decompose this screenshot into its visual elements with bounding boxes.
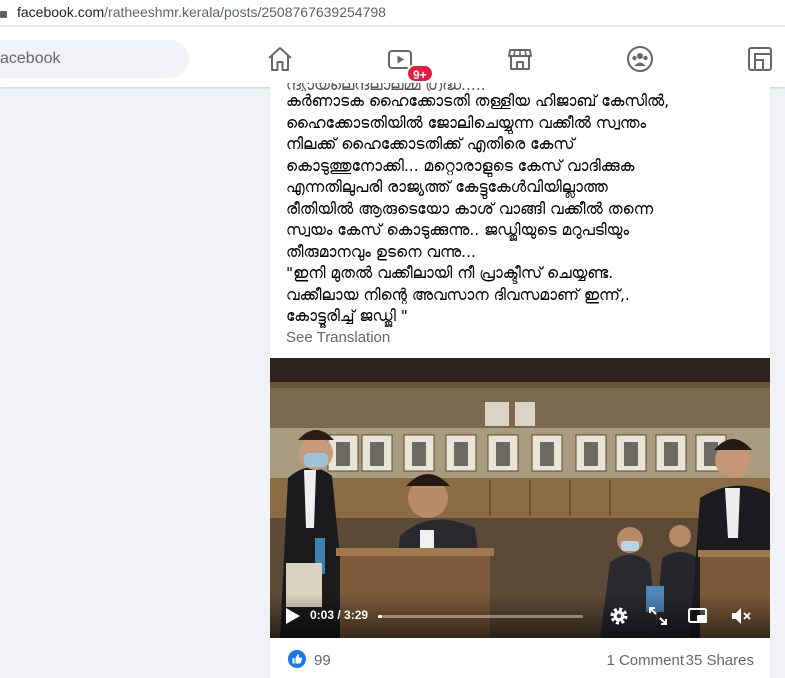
url-host: facebook.com — [17, 4, 105, 20]
post-reactions-bar: 99 1 Comment 35 Shares — [270, 638, 770, 678]
groups-icon[interactable] — [626, 45, 654, 73]
post-card: ന്ദ്യായലെന്ദലാലമ്മ ഗ്രദ്ധ..... കർണാടക ഹൈ… — [270, 83, 770, 678]
url-text[interactable]: facebook.com/ratheeshmr.kerala/posts/250… — [17, 4, 386, 20]
see-translation-link[interactable]: See Translation — [286, 329, 390, 346]
post-text-line: കൊടുത്തുനോക്കി... മറ്റൊരാളുടെ കേസ് വാദിക… — [286, 156, 635, 175]
post-text-line: "ഇനി മുതൽ വക്കീലായി നീ പ്രാക്ടീസ് ചെയ്യണ… — [286, 264, 614, 282]
picture-in-picture-icon[interactable] — [687, 605, 709, 627]
like-reaction-icon[interactable] — [288, 650, 306, 668]
fullscreen-icon[interactable] — [647, 605, 669, 627]
post-text-line: ഹൈക്കോടതിയിൽ ജോലിചെയ്യുന്ന വക്കീൽ സ്വന്ത… — [286, 113, 646, 132]
shares-count-link[interactable]: 35 Shares — [686, 652, 754, 669]
lock-icon — [0, 11, 7, 18]
watch-notification-badge: 9+ — [406, 64, 434, 83]
mute-icon[interactable] — [730, 605, 752, 627]
video-progress-fill — [378, 615, 382, 618]
post-text-line: ന്ദ്യായലെന്ദലാലമ്മ ഗ്രദ്ധ..... — [286, 83, 764, 91]
video-time: 0:03 / 3:29 — [310, 608, 369, 622]
like-count[interactable]: 99 — [314, 652, 331, 669]
post-text: ന്ദ്യായലെന്ദലാലമ്മ ഗ്രദ്ധ..... കർണാടക ഹൈ… — [286, 83, 764, 328]
video-progress-bar[interactable] — [378, 615, 583, 618]
browser-url-bar[interactable]: facebook.com/ratheeshmr.kerala/posts/250… — [0, 0, 785, 26]
post-text-line: കോട്ടൂരിച്ച് ജഡ്ജി " — [286, 307, 408, 325]
marketplace-icon[interactable] — [506, 45, 534, 73]
comments-count-link[interactable]: 1 Comment — [606, 652, 684, 669]
gaming-icon[interactable] — [746, 45, 774, 73]
video-player[interactable]: 0:03 / 3:29 — [270, 358, 770, 638]
play-icon[interactable] — [285, 607, 301, 625]
search-input[interactable]: acebook — [0, 40, 189, 78]
post-text-line: കർണാടക ഹൈക്കോടതി തള്ളിയ ഹിജാബ് കേസിൽ, — [286, 92, 670, 110]
post-text-line: സ്വയം കേസ് കൊടുക്കുന്നു.. ജഡ്ജിയുടെ മറുപ… — [286, 221, 629, 239]
post-text-line: രീതിയിൽ ആരുടെയോ കാശ് വാങ്ങി വക്കീൽ തന്നെ — [286, 199, 654, 218]
settings-gear-icon[interactable] — [608, 605, 630, 627]
video-controls: 0:03 / 3:29 — [270, 594, 770, 638]
url-path: /ratheeshmr.kerala/posts/250876763925479… — [104, 4, 386, 20]
post-text-line: നിലക്ക് ഹൈക്കോടതിക്ക് എതിരെ കേസ് — [286, 135, 575, 153]
post-text-line: വക്കീലായ നിന്റെ അവസാന ദിവസമാണ് ഇന്ന്,. — [286, 285, 630, 304]
search-placeholder: acebook — [0, 50, 61, 67]
post-text-line: തീരുമാനവും ഉടനെ വന്നു... — [286, 242, 476, 261]
home-icon[interactable] — [266, 45, 294, 73]
facebook-top-nav: acebook 9+ — [0, 27, 785, 87]
post-text-line: എന്നതിലുപരി രാജ്യത്ത് കേട്ടുകേൾവിയില്ലാത… — [286, 178, 608, 196]
